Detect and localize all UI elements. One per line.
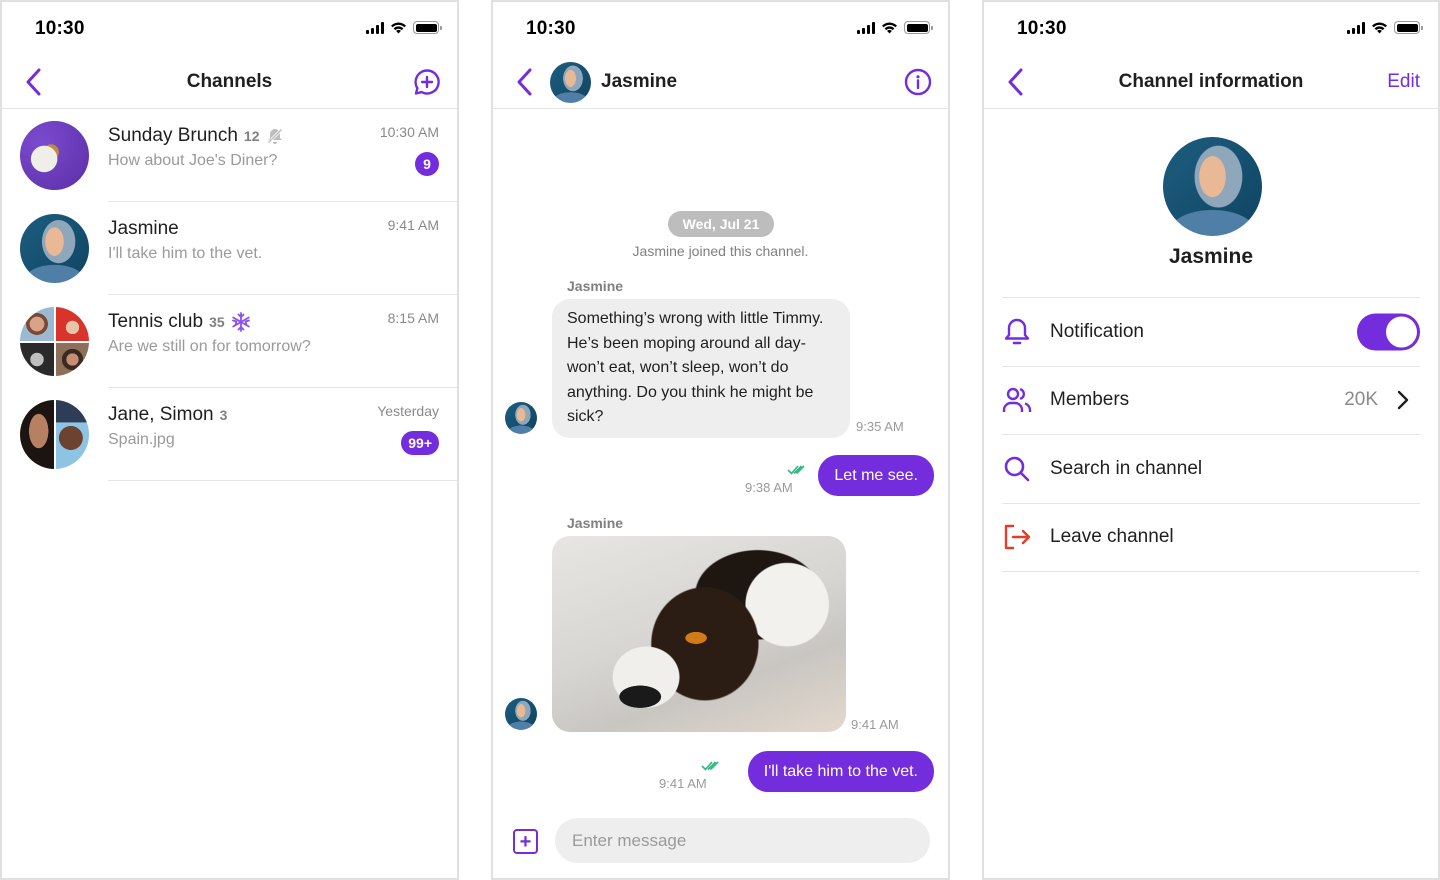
page-title: Channels [186,71,273,92]
channel-avatar[interactable] [1163,137,1262,236]
message-time: 9:38 AM [745,480,793,495]
notification-row: Notification [1002,298,1420,367]
channel-avatar[interactable] [550,62,591,103]
status-bar: 10:30 [984,2,1438,56]
channel-name: Jasmine [108,218,179,239]
channel-item-sunday-brunch[interactable]: Sunday Brunch 12 How about Joe's Diner? … [2,109,457,202]
battery-icon [1394,21,1423,34]
status-icons [366,21,442,34]
channel-item-jane-simon[interactable]: Jane, Simon 3 Spain.jpg Yesterday 99+ [2,388,457,481]
signal-icon [366,21,384,34]
channels-screen: 10:30 Channels Sunday Brunch 12 How abou… [0,0,459,880]
channel-avatar [20,307,89,376]
signal-icon [857,21,875,34]
info-header: Channel information Edit [984,56,1438,109]
member-count: 20K [1344,389,1378,411]
member-count: 3 [219,407,228,423]
system-message: Jasmine joined this channel. [632,243,809,259]
read-receipt-icon [787,465,805,475]
channels-header: Channels [2,56,457,109]
row-label: Search in channel [1050,457,1203,479]
channel-info-screen: 10:30 Channel information Edit Jasmine N… [982,0,1440,880]
unread-badge: 9 [415,152,439,176]
channel-name: Tennis club [108,311,204,332]
read-receipt-icon [701,761,719,771]
message-input[interactable] [555,818,930,863]
members-row[interactable]: Members 20K [1002,367,1420,435]
status-time: 10:30 [526,18,576,39]
leave-icon [1004,525,1031,550]
bell-off-icon [266,127,283,145]
last-message: Spain.jpg [108,431,175,448]
sender-avatar[interactable] [505,698,537,730]
channel-avatar [20,400,89,469]
channel-avatar [20,121,89,190]
message-time: 9:41 AM [659,776,707,791]
sender-avatar[interactable] [505,402,537,434]
bell-icon [1004,318,1030,345]
chevron-right-icon [1397,391,1409,410]
sender-name: Jasmine [567,515,624,531]
row-label: Notification [1050,320,1144,342]
member-count: 35 [209,314,225,330]
unread-badge: 99+ [401,431,439,455]
status-icons [1347,21,1423,34]
search-in-channel-row[interactable]: Search in channel [1002,435,1420,504]
date-separator: Wed, Jul 21 [668,211,774,237]
new-channel-button[interactable] [413,68,441,96]
last-message: Are we still on for tomorrow? [108,338,311,355]
info-button[interactable] [904,68,932,96]
message-composer: + [493,808,948,878]
attach-button[interactable]: + [513,829,538,854]
last-message-time: 8:15 AM [387,310,439,326]
last-message: I'll take him to the vet. [108,245,263,262]
leave-channel-row[interactable]: Leave channel [1002,504,1420,572]
channel-name: Sunday Brunch [108,125,238,146]
status-icons [857,21,933,34]
channel-avatar [20,214,89,283]
back-button[interactable] [513,68,537,96]
message-bubble-incoming[interactable]: Something’s wrong with little Timmy. He’… [552,299,850,438]
last-message: How about Joe's Diner? [108,152,278,169]
signal-icon [1347,21,1365,34]
status-time: 10:30 [35,18,85,39]
wifi-icon [1372,22,1387,34]
status-time: 10:30 [1017,18,1067,39]
chat-header: Jasmine [493,56,948,109]
message-time: 9:41 AM [851,717,899,732]
row-label: Leave channel [1050,526,1174,548]
status-bar: 10:30 [493,2,948,56]
battery-icon [413,21,442,34]
status-bar: 10:30 [2,2,457,56]
plus-square-icon: + [519,830,532,853]
chat-screen: 10:30 Jasmine Wed, Jul 21 Jasmine joined… [491,0,950,880]
message-time: 9:35 AM [856,419,904,434]
channel-name: Jane, Simon [108,404,214,425]
sender-name: Jasmine [567,278,624,294]
edit-button[interactable]: Edit [1387,71,1420,93]
members-icon [1002,388,1032,413]
image-message[interactable] [552,536,846,732]
battery-icon [904,21,933,34]
last-message-time: 9:41 AM [387,217,439,233]
channel-item-tennis-club[interactable]: Tennis club 35 Are we still on for tomor… [2,295,457,388]
notification-toggle[interactable] [1357,313,1420,351]
wifi-icon [391,22,406,34]
channel-name: Jasmine [1168,245,1254,268]
search-icon [1004,456,1030,482]
chat-title: Jasmine [601,71,678,92]
channel-list: Sunday Brunch 12 How about Joe's Diner? … [2,109,457,481]
last-message-time: 10:30 AM [379,124,439,140]
member-count: 12 [243,128,260,144]
channel-item-jasmine[interactable]: Jasmine I'll take him to the vet. 9:41 A… [2,202,457,295]
message-bubble-outgoing[interactable]: I'll take him to the vet. [747,751,934,792]
wifi-icon [882,22,897,34]
message-bubble-outgoing[interactable]: Let me see. [818,455,934,496]
row-label: Members [1050,389,1130,411]
last-message-time: Yesterday [377,403,439,419]
page-title: Channel information [1118,71,1304,92]
channel-settings-list: Notification Members 20K Search in chann… [1002,297,1420,572]
divider [108,480,457,481]
snowflake-icon [231,312,250,332]
